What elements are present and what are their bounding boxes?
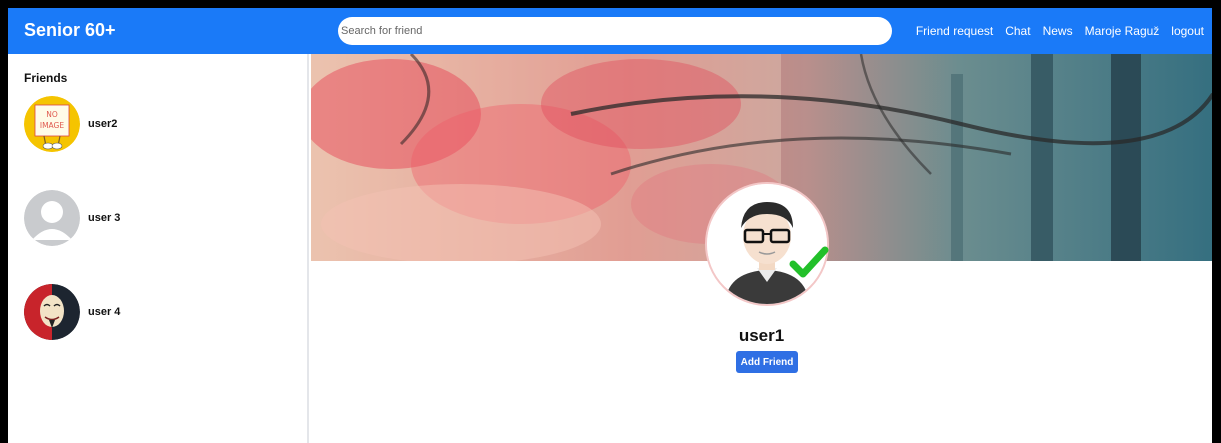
profile-username: user1 [738, 326, 785, 345]
nav-friend-request[interactable]: Friend request [916, 24, 993, 38]
friend-item-user-3[interactable]: user 3 [24, 190, 294, 248]
add-friend-button[interactable]: Add Friend [736, 351, 798, 373]
top-navbar: Senior 60+ Friend request Chat News Maro… [8, 8, 1212, 54]
nav-links: Friend request Chat News Maroje Raguž lo… [916, 24, 1204, 38]
brand-logo[interactable]: Senior 60+ [24, 20, 116, 41]
svg-text:NO: NO [46, 110, 58, 119]
friends-sidebar: Friends NO IMAGE user2 user 3 user 4 [8, 54, 309, 443]
masked-face-avatar [24, 284, 80, 340]
friend-name: user2 [88, 118, 118, 130]
friend-name: user 3 [88, 212, 121, 224]
sidebar-title: Friends [24, 71, 68, 85]
nav-news[interactable]: News [1043, 24, 1073, 38]
default-silhouette-avatar [24, 190, 80, 246]
app-window: Senior 60+ Friend request Chat News Maro… [0, 0, 1221, 443]
search-input[interactable] [338, 17, 892, 45]
friend-item-user-4[interactable]: user 4 [24, 284, 294, 342]
nav-user-profile[interactable]: Maroje Raguž [1085, 24, 1160, 38]
profile-main: user1 Add Friend [311, 54, 1212, 443]
no-image-avatar: NO IMAGE [24, 96, 80, 152]
friend-item-user2[interactable]: NO IMAGE user2 [24, 96, 294, 154]
nav-logout[interactable]: logout [1171, 24, 1204, 38]
verified-check-icon [789, 246, 829, 278]
friend-name: user 4 [88, 306, 121, 318]
nav-chat[interactable]: Chat [1005, 24, 1030, 38]
svg-text:IMAGE: IMAGE [40, 121, 64, 130]
profile-avatar [705, 182, 829, 306]
